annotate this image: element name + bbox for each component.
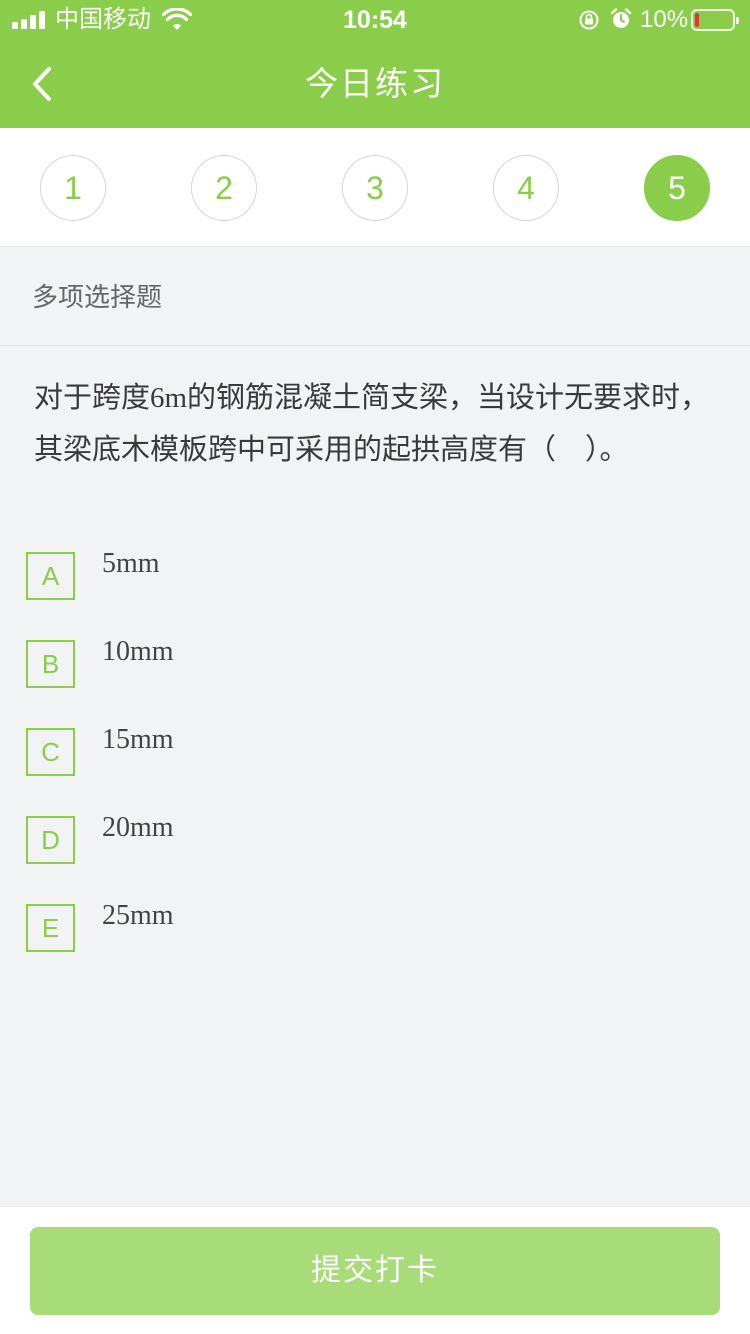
submit-checkin-button[interactable]: 提交打卡	[30, 1227, 720, 1315]
battery-percent: 10%	[640, 6, 689, 33]
option-text: 20mm	[102, 812, 174, 843]
option-letter: D	[26, 816, 75, 864]
question-nav-item-3[interactable]: 3	[342, 155, 408, 221]
rotation-lock-icon	[579, 10, 599, 30]
option-letter: E	[26, 904, 75, 952]
question-nav-item-4[interactable]: 4	[493, 155, 559, 221]
battery-icon	[691, 9, 739, 31]
battery-level	[695, 13, 699, 27]
question-navigator: 1 2 3 4 5	[0, 128, 750, 247]
question-type-section: 多项选择题	[0, 248, 750, 346]
question-type-label: 多项选择题	[32, 283, 163, 313]
question-text: 对于跨度6m的钢筋混凝土简支梁，当设计无要求时，其梁底木模板跨中可采用的起拱高度…	[34, 382, 710, 466]
clock: 10:54	[343, 6, 407, 34]
option-b[interactable]: B 10mm	[26, 636, 726, 690]
option-a[interactable]: A 5mm	[26, 548, 726, 602]
option-c[interactable]: C 15mm	[26, 724, 726, 778]
question-nav-item-5[interactable]: 5	[644, 155, 710, 221]
question-nav-item-1[interactable]: 1	[40, 155, 106, 221]
option-letter: B	[26, 640, 75, 688]
option-text: 5mm	[102, 548, 160, 579]
option-text: 10mm	[102, 636, 174, 667]
option-d[interactable]: D 20mm	[26, 812, 726, 866]
status-bar: 中国移动 10:54 10%	[0, 0, 750, 40]
option-text: 25mm	[102, 900, 174, 931]
option-text: 15mm	[102, 724, 174, 755]
question-nav-item-2[interactable]: 2	[191, 155, 257, 221]
option-letter: A	[26, 552, 75, 600]
option-letter: C	[26, 728, 75, 776]
option-e[interactable]: E 25mm	[26, 900, 726, 954]
page-title: 今日练习	[305, 64, 445, 103]
footer: 提交打卡	[0, 1206, 750, 1334]
header: 中国移动 10:54 10% 今日练习	[0, 0, 750, 128]
alarm-icon	[610, 8, 632, 28]
